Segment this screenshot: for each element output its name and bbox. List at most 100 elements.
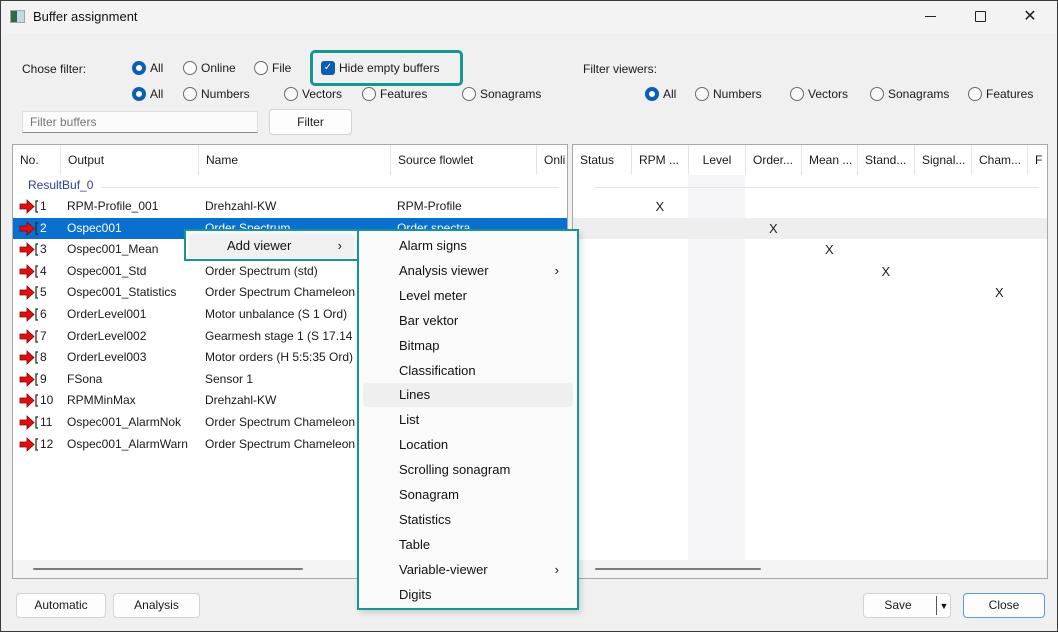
submenu-item-variable-viewer[interactable]: Variable-viewer › (363, 558, 573, 582)
viewer-row[interactable] (573, 261, 1047, 283)
buffer-arrow-icon (19, 307, 41, 322)
group-label: ResultBuf_0 (28, 178, 94, 192)
viewer-row[interactable] (573, 196, 1047, 218)
source-radio-file[interactable]: File (254, 61, 291, 75)
submenu-item-bitmap[interactable]: Bitmap (363, 334, 573, 358)
viewer-row[interactable] (573, 434, 1047, 456)
source-radio-online[interactable]: Online (183, 61, 236, 75)
viewer-column-header[interactable]: Level (688, 145, 745, 175)
submenu-item-digits[interactable]: Digits (363, 583, 573, 607)
close-button[interactable]: Close (963, 593, 1045, 618)
column-header-online[interactable]: Onli (536, 145, 567, 175)
cell-no: 6 (40, 307, 47, 321)
viewer-row[interactable] (573, 239, 1047, 261)
assignment-mark[interactable]: X (656, 199, 665, 214)
filter-buffers-input[interactable] (22, 111, 258, 133)
viewer-radio-sonagrams[interactable]: Sonagrams (870, 87, 949, 101)
assignment-mark[interactable]: X (995, 285, 1004, 300)
buffer-arrow-icon (19, 350, 41, 366)
buffer-arrow-icon (19, 393, 41, 409)
viewer-radio-all[interactable]: All (645, 87, 676, 101)
chevron-right-icon: › (554, 561, 559, 577)
column-header-source-flowlet[interactable]: Source flowlet (390, 145, 536, 175)
context-menu: Add viewer › (184, 229, 357, 261)
filter-button[interactable]: Filter (269, 109, 352, 135)
viewer-row[interactable] (573, 369, 1047, 391)
table-row[interactable]: 1 RPM-Profile_001 Drehzahl-KW RPM-Profile (13, 196, 567, 218)
column-header-name[interactable]: Name (198, 145, 390, 175)
scrollbar-thumb[interactable] (595, 568, 761, 570)
radio-icon (462, 87, 476, 101)
submenu-item-sonagram[interactable]: Sonagram (363, 483, 573, 507)
viewer-row[interactable] (573, 326, 1047, 348)
submenu-item-classification[interactable]: Classification (363, 359, 573, 383)
checkmark-icon: ✓ (321, 61, 335, 75)
viewer-column-header[interactable]: Cham... (971, 145, 1027, 175)
menu-item-add-viewer[interactable]: Add viewer › (189, 234, 354, 258)
automatic-button[interactable]: Automatic (16, 593, 106, 618)
scrollbar-thumb[interactable] (33, 568, 303, 570)
submenu-item-list[interactable]: List (363, 408, 573, 432)
type-radio-all[interactable]: All (132, 87, 163, 101)
type-radio-sonagrams[interactable]: Sonagrams (462, 87, 541, 101)
submenu-item-location[interactable]: Location (363, 433, 573, 457)
submenu-item-lines[interactable]: Lines (363, 383, 573, 408)
viewer-column-header[interactable]: Mean ... (801, 145, 857, 175)
viewer-column-header[interactable]: Status (573, 145, 631, 175)
viewer-radio-numbers[interactable]: Numbers (695, 87, 762, 101)
buffer-arrow-icon (19, 371, 41, 387)
viewer-column-header[interactable]: F (1027, 145, 1047, 175)
radio-icon (790, 87, 804, 101)
save-dropdown-icon[interactable]: ▼ (938, 597, 950, 615)
radio-icon (183, 87, 197, 101)
submenu-item-alarm-signs[interactable]: Alarm signs (363, 234, 573, 258)
viewer-row[interactable] (573, 347, 1047, 369)
viewer-grid[interactable]: Status RPM ... Level Order... Mean ... Stand.… (572, 144, 1048, 579)
assignment-mark[interactable]: X (769, 221, 778, 236)
cell-output: FSona (67, 371, 103, 386)
cell-output: Ospec001_Statistics (67, 285, 177, 300)
radio-icon (870, 87, 884, 101)
viewer-column-header[interactable]: Order... (745, 145, 801, 175)
viewer-column-header[interactable]: RPM ... (631, 145, 688, 175)
cell-output: Ospec001_Std (67, 263, 147, 278)
radio-icon (132, 61, 146, 75)
assignment-mark[interactable]: X (825, 242, 834, 257)
analysis-button[interactable]: Analysis (113, 593, 200, 618)
submenu-item-table[interactable]: Table (363, 533, 573, 557)
submenu-item-bar-vektor[interactable]: Bar vektor (363, 309, 573, 333)
submenu-item-level-meter[interactable]: Level meter (363, 284, 573, 308)
viewer-radio-vectors[interactable]: Vectors (790, 87, 848, 101)
type-radio-vectors[interactable]: Vectors (284, 87, 342, 101)
viewer-row[interactable] (573, 390, 1047, 412)
cell-no: 2 (40, 220, 47, 235)
minimize-icon (924, 16, 936, 18)
submenu-item-scrolling-sonagram[interactable]: Scrolling sonagram (363, 458, 573, 482)
group-divider (101, 187, 559, 188)
viewer-row[interactable] (573, 282, 1047, 304)
type-radio-features[interactable]: Features (362, 87, 427, 101)
viewer-column-header[interactable]: Signal... (914, 145, 971, 175)
group-divider (595, 187, 1039, 188)
viewer-column-header[interactable]: Stand... (857, 145, 914, 175)
maximize-button[interactable] (957, 5, 1003, 29)
assignment-mark[interactable]: X (882, 264, 891, 279)
close-window-button[interactable]: ✕ (1007, 5, 1053, 29)
buffer-list-header: No. Output Name Source flowlet Onli (13, 145, 567, 175)
submenu-item-analysis-viewer[interactable]: Analysis viewer › (363, 259, 573, 283)
minimize-button[interactable] (907, 5, 953, 29)
viewer-row[interactable] (573, 304, 1047, 326)
viewer-row[interactable] (573, 217, 1047, 240)
radio-icon (645, 87, 659, 101)
app-icon (10, 10, 25, 23)
column-header-output[interactable]: Output (60, 145, 198, 175)
submenu-item-statistics[interactable]: Statistics (363, 508, 573, 532)
source-radio-all[interactable]: All (132, 61, 163, 75)
window-title: Buffer assignment (33, 9, 138, 24)
hide-empty-buffers-checkbox[interactable]: ✓ Hide empty buffers (321, 61, 440, 75)
type-radio-numbers[interactable]: Numbers (183, 87, 250, 101)
viewer-row[interactable] (573, 412, 1047, 434)
viewer-radio-features[interactable]: Features (968, 87, 1033, 101)
horizontal-scrollbar[interactable] (573, 560, 1047, 578)
column-header-no[interactable]: No. (13, 145, 59, 175)
